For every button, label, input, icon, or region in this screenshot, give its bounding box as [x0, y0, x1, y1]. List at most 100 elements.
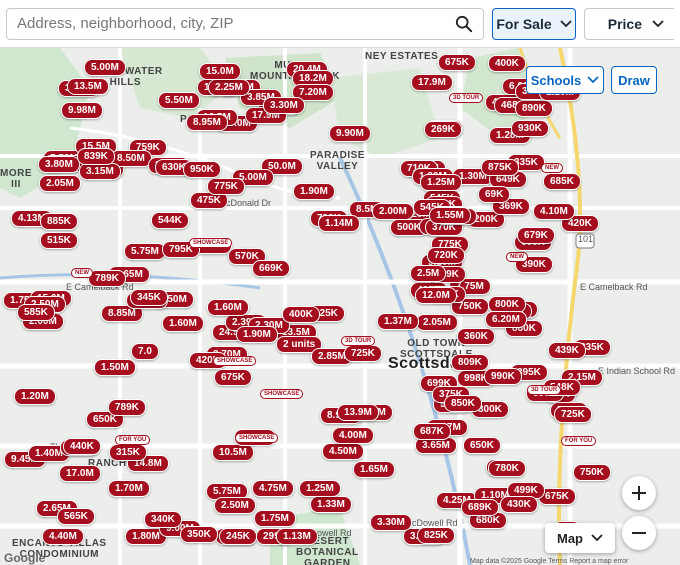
listing-price-pin[interactable]: 825K — [417, 527, 455, 544]
listing-price-pin[interactable]: 2.5M — [410, 265, 447, 282]
schools-button[interactable]: Schools — [526, 66, 604, 94]
listing-price-pin[interactable]: 7.0 — [131, 343, 159, 360]
listing-price-pin[interactable]: 675K — [214, 369, 252, 386]
search-input[interactable] — [17, 15, 455, 32]
listing-price-pin[interactable]: 360K — [457, 328, 495, 345]
listing-price-pin[interactable]: 10.5M — [212, 444, 254, 461]
listing-price-pin[interactable]: 5.75M — [124, 243, 166, 260]
listing-price-pin[interactable]: 1.37M — [377, 313, 419, 330]
listing-price-pin[interactable]: 675K — [438, 54, 476, 71]
listing-price-pin[interactable]: 2.05M — [39, 175, 81, 192]
listing-price-pin[interactable]: 345K — [130, 289, 168, 306]
listing-price-pin[interactable]: 950K — [183, 161, 221, 178]
listing-price-pin[interactable]: 1.90M — [293, 183, 335, 200]
listing-price-pin[interactable]: 439K — [548, 342, 586, 359]
listing-price-pin[interactable]: 669K — [252, 260, 290, 277]
listing-price-pin[interactable]: 9.98M — [61, 102, 103, 119]
listing-price-pin[interactable]: 400K — [488, 55, 526, 72]
listing-price-pin[interactable]: 2.00M — [372, 203, 414, 220]
search-box[interactable] — [6, 7, 484, 40]
listing-price-pin[interactable]: 9.90M — [329, 125, 371, 142]
listing-price-pin[interactable]: 315K — [109, 444, 147, 461]
search-icon[interactable] — [455, 15, 473, 33]
listing-price-pin[interactable]: 6.20M — [485, 311, 527, 328]
listing-price-pin[interactable]: 890K — [515, 100, 553, 117]
listing-price-pin[interactable]: 775K — [207, 178, 245, 195]
listing-price-pin[interactable]: 685K — [543, 173, 581, 190]
listing-price-pin[interactable]: 780K — [488, 460, 526, 477]
listing-price-pin[interactable]: 689K — [461, 499, 499, 516]
listing-price-pin[interactable]: 4.50M — [322, 443, 364, 460]
listing-price-pin[interactable]: 1.25M — [299, 480, 341, 497]
listing-price-pin[interactable]: 1.75M — [254, 510, 296, 527]
listing-price-pin[interactable]: 269K — [424, 121, 462, 138]
listing-price-pin[interactable]: 17.9M — [411, 74, 453, 91]
listing-price-pin[interactable]: 839K — [77, 148, 115, 165]
listing-price-pin[interactable]: 440K — [63, 438, 101, 455]
listing-price-pin[interactable]: 1.60M — [162, 315, 204, 332]
price-dropdown[interactable]: Price — [584, 7, 674, 40]
listing-price-pin[interactable]: 2.50M — [214, 497, 256, 514]
listing-price-pin[interactable]: 1.25M — [420, 174, 462, 191]
listing-price-pin[interactable]: 5.50M — [158, 92, 200, 109]
listing-price-pin[interactable]: 750K — [573, 464, 611, 481]
listing-price-pin[interactable]: 245K — [219, 528, 257, 545]
listing-price-pin[interactable]: 430K — [500, 496, 538, 513]
listing-price-pin[interactable]: 725K — [554, 406, 592, 423]
map-type-dropdown[interactable]: Map — [545, 523, 615, 553]
listing-price-pin[interactable]: 1.13M — [276, 528, 318, 545]
listing-price-pin[interactable]: 1.14M — [318, 215, 360, 232]
listing-price-pin[interactable]: 679K — [517, 227, 555, 244]
draw-button[interactable]: Draw — [611, 66, 657, 94]
listing-price-pin[interactable]: 4.75M — [252, 480, 294, 497]
listing-price-pin[interactable]: 725K — [344, 345, 382, 362]
listing-price-pin[interactable]: 17.0M — [59, 465, 101, 482]
listing-price-pin[interactable]: 3.80M — [38, 156, 80, 173]
for-sale-dropdown[interactable]: For Sale — [492, 7, 576, 40]
listing-price-pin[interactable]: 544K — [151, 212, 189, 229]
listing-price-pin[interactable]: 789K — [108, 399, 146, 416]
listing-price-pin[interactable]: 3.15M — [79, 163, 121, 180]
listing-price-pin[interactable]: 789K — [88, 270, 126, 287]
listing-price-pin[interactable]: 1.60M — [207, 299, 249, 316]
listing-price-pin[interactable]: 1.20M — [14, 388, 56, 405]
listing-price-pin[interactable]: 4.40M — [42, 528, 84, 545]
listing-price-pin[interactable]: 5.00M — [84, 59, 126, 76]
listing-price-pin[interactable]: 8.95M — [186, 114, 228, 131]
listing-price-pin[interactable]: 3.30M — [263, 97, 305, 114]
listing-price-pin[interactable]: 1.33M — [310, 496, 352, 513]
listing-price-pin[interactable]: 809K — [451, 354, 489, 371]
listing-price-pin[interactable]: 875K — [481, 159, 519, 176]
listing-price-pin[interactable]: 12.0M — [415, 287, 457, 304]
listing-price-pin[interactable]: 1.65M — [353, 461, 395, 478]
listing-price-pin[interactable]: 885K — [40, 213, 78, 230]
map-attribution[interactable]: Map data ©2025 Google Terms Report a map… — [470, 558, 628, 565]
map-canvas[interactable]: CLEARWATERHILLSMUMMYMOUNTAIN PARKNEY EST… — [0, 48, 680, 565]
listing-price-pin[interactable]: 850K — [444, 395, 482, 412]
listing-price-pin[interactable]: 4.00M — [332, 427, 374, 444]
listing-price-pin[interactable]: 585K — [17, 304, 55, 321]
listing-price-pin[interactable]: 2.25M — [208, 79, 250, 96]
listing-price-pin[interactable]: 4.10M — [533, 203, 575, 220]
listing-price-pin[interactable]: 930K — [511, 120, 549, 137]
listing-price-pin[interactable]: 13.5M — [67, 78, 109, 95]
listing-price-pin[interactable]: 1.70M — [108, 480, 150, 497]
listing-price-pin[interactable]: 69K — [478, 186, 511, 203]
listing-price-pin[interactable]: 650K — [463, 437, 501, 454]
listing-price-pin[interactable]: 720K — [427, 247, 465, 264]
listing-price-pin[interactable]: 1.90M — [236, 326, 278, 343]
listing-price-pin[interactable]: 565K — [57, 508, 95, 525]
listing-price-pin[interactable]: 2.05M — [416, 314, 458, 331]
listing-price-pin[interactable]: 687K — [413, 423, 451, 440]
zoom-in-button[interactable] — [622, 476, 656, 510]
listing-price-pin[interactable]: 13.9M — [337, 404, 379, 421]
listing-price-pin[interactable]: 340K — [144, 511, 182, 528]
zoom-out-button[interactable] — [622, 516, 656, 550]
listing-price-pin[interactable]: 350K — [180, 526, 218, 543]
listing-price-pin[interactable]: 3.30M — [370, 514, 412, 531]
listing-price-pin[interactable]: 515K — [40, 232, 78, 249]
listing-price-pin[interactable]: 1.55M — [429, 207, 471, 224]
listing-price-pin[interactable]: 15.0M — [199, 63, 241, 80]
listing-price-pin[interactable]: 400K — [282, 306, 320, 323]
listing-price-pin[interactable]: 990K — [484, 368, 522, 385]
